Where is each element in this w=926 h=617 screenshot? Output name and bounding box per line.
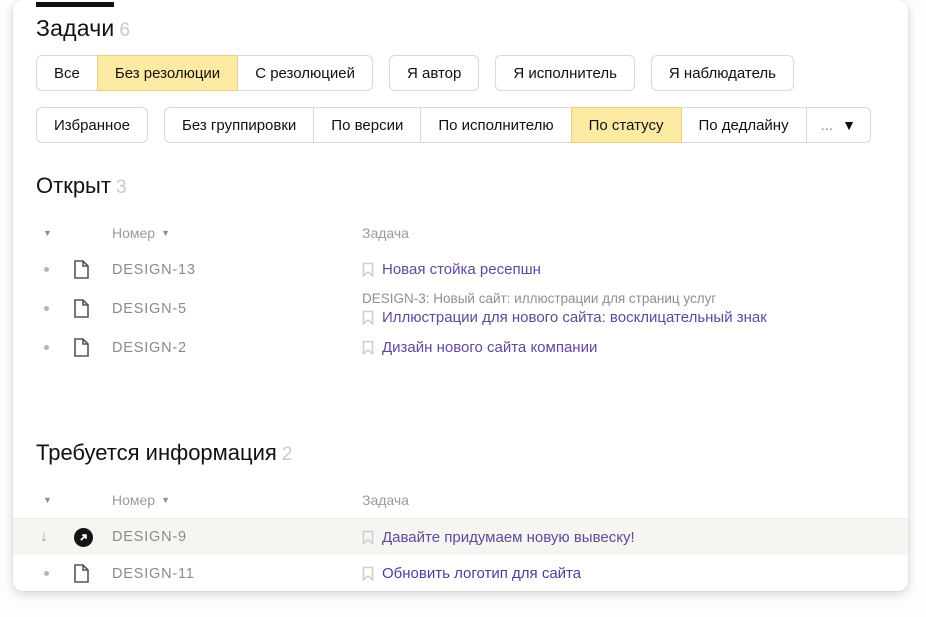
linked-task-icon	[74, 528, 112, 547]
priority-dot-icon	[36, 571, 74, 576]
table-row[interactable]: DESIGN-2 Дизайн нового сайта компании	[36, 329, 885, 366]
section-open-title: Открыт3	[36, 173, 885, 199]
filter-follower-button[interactable]: Я наблюдатель	[651, 55, 794, 91]
filter-with-resolution-button[interactable]: С резолюцией	[237, 55, 373, 91]
section-info-count: 2	[282, 444, 293, 465]
section-open: Открыт3 ▼ Номер ▼ Задача DESIGN-13 Новая …	[36, 173, 885, 366]
priority-dot-icon	[36, 306, 74, 311]
open-rows: DESIGN-13 Новая стойка ресепшн DESIGN-5 …	[36, 251, 885, 366]
column-header-task: Задача	[362, 225, 885, 241]
section-open-title-text: Открыт	[36, 173, 111, 198]
favorites-button[interactable]: Избранное	[36, 107, 148, 143]
task-type-icon	[74, 260, 112, 279]
task-type-icon	[74, 564, 112, 583]
sort-icon: ▼	[161, 495, 170, 505]
sort-icon[interactable]: ▼	[36, 228, 74, 238]
section-info-required: Требуется информация2 ▼ Номер ▼ Задача ↓ …	[36, 440, 885, 592]
parent-task-label: DESIGN-3: Новый сайт: иллюстрации для ст…	[362, 291, 885, 306]
section-info-title: Требуется информация2	[36, 440, 885, 466]
sort-icon[interactable]: ▼	[36, 495, 74, 505]
table-row-selected[interactable]: ↓ DESIGN-9 Давайте придумаем новую вывес…	[13, 518, 908, 555]
task-link[interactable]: Новая стойка ресепшн	[382, 261, 541, 278]
task-key[interactable]: DESIGN-11	[112, 566, 362, 582]
chevron-down-icon: ▼	[842, 117, 856, 133]
section-open-count: 3	[116, 177, 127, 198]
more-label: ...	[821, 117, 834, 134]
page-title-text: Задачи	[36, 15, 114, 41]
priority-dot-icon	[36, 267, 74, 272]
task-link[interactable]: Иллюстрации для нового сайта: восклицате…	[382, 309, 767, 326]
column-header-number-label: Номер	[112, 225, 155, 241]
task-type-icon	[74, 299, 112, 318]
tasks-panel: Задачи6 Все Без резолюции С резолюцией Я…	[13, 0, 908, 591]
bookmark-icon[interactable]	[362, 310, 374, 325]
page-title: Задачи6	[36, 0, 885, 42]
sort-icon: ▼	[161, 228, 170, 238]
column-header-number[interactable]: Номер ▼	[112, 225, 362, 241]
task-key[interactable]: DESIGN-9	[112, 529, 362, 545]
bookmark-icon[interactable]	[362, 340, 374, 355]
column-header-task: Задача	[362, 492, 885, 508]
info-rows: ↓ DESIGN-9 Давайте придумаем новую вывес…	[36, 518, 885, 592]
table-header-open: ▼ Номер ▼ Задача	[36, 223, 885, 243]
task-type-icon	[74, 338, 112, 357]
table-row[interactable]: DESIGN-13 Новая стойка ресепшн	[36, 251, 885, 288]
task-key[interactable]: DESIGN-2	[112, 340, 362, 356]
bookmark-icon[interactable]	[362, 566, 374, 581]
active-tab-indicator	[36, 2, 114, 7]
grouping-filter-group: Без группировки По версии По исполнителю…	[164, 107, 871, 143]
table-row[interactable]: DESIGN-11 Обновить логотип для сайта	[36, 555, 885, 592]
more-groupings-button[interactable]: ... ▼	[806, 107, 871, 143]
task-link[interactable]: Дизайн нового сайта компании	[382, 339, 597, 356]
resolution-filter-group: Все Без резолюции С резолюцией	[36, 55, 373, 91]
column-header-number[interactable]: Номер ▼	[112, 492, 362, 508]
page-title-count: 6	[119, 20, 130, 41]
grouping-filter-row: Избранное Без группировки По версии По и…	[36, 107, 885, 143]
group-by-assignee-button[interactable]: По исполнителю	[420, 107, 570, 143]
task-key[interactable]: DESIGN-13	[112, 262, 362, 278]
filter-assignee-button[interactable]: Я исполнитель	[495, 55, 635, 91]
table-header-info: ▼ Номер ▼ Задача	[36, 490, 885, 510]
group-none-button[interactable]: Без группировки	[164, 107, 313, 143]
task-key[interactable]: DESIGN-5	[112, 301, 362, 317]
column-header-number-label: Номер	[112, 492, 155, 508]
group-by-status-button[interactable]: По статусу	[571, 107, 681, 143]
bookmark-icon[interactable]	[362, 262, 374, 277]
group-by-version-button[interactable]: По версии	[313, 107, 420, 143]
bookmark-icon[interactable]	[362, 530, 374, 545]
resolution-filter-row: Все Без резолюции С резолюцией Я автор Я…	[36, 55, 885, 91]
filter-author-button[interactable]: Я автор	[389, 55, 479, 91]
group-by-deadline-button[interactable]: По дедлайну	[681, 107, 806, 143]
priority-down-arrow-icon: ↓	[36, 529, 74, 545]
filter-no-resolution-button[interactable]: Без резолюции	[97, 55, 237, 91]
table-row[interactable]: DESIGN-5 DESIGN-3: Новый сайт: иллюстрац…	[36, 288, 885, 329]
filter-all-button[interactable]: Все	[36, 55, 97, 91]
priority-dot-icon	[36, 345, 74, 350]
section-info-title-text: Требуется информация	[36, 440, 277, 465]
task-link[interactable]: Давайте придумаем новую вывеску!	[382, 529, 635, 546]
task-link[interactable]: Обновить логотип для сайта	[382, 565, 581, 582]
